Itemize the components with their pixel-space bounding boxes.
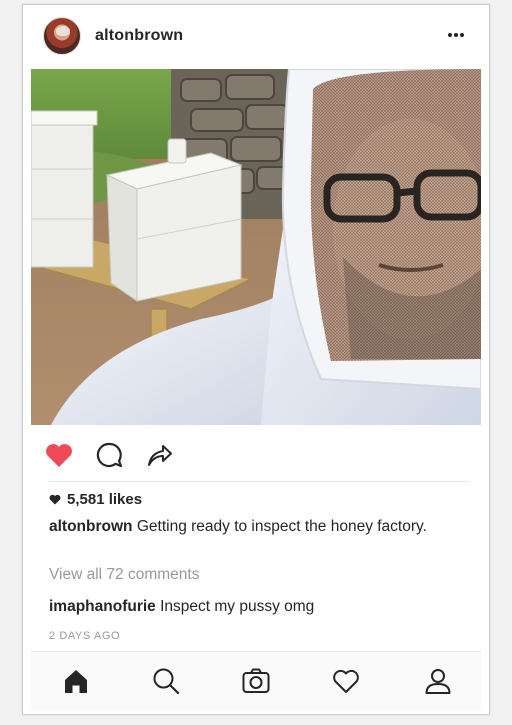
post-actions — [23, 437, 489, 477]
post-timestamp: 2 DAYS AGO — [49, 630, 121, 642]
small-heart-icon — [49, 494, 61, 505]
comment-author[interactable]: imaphanofurie — [49, 598, 156, 615]
post-photo[interactable] — [31, 69, 481, 425]
activity-heart-icon[interactable] — [331, 666, 361, 696]
view-all-comments-link[interactable]: View all 72 comments — [49, 566, 199, 584]
likes-text: 5,581 likes — [67, 491, 143, 508]
search-icon[interactable] — [151, 666, 181, 696]
comment-text: Inspect my pussy omg — [160, 598, 315, 615]
divider — [49, 481, 469, 482]
comment-item: imaphanofurie Inspect my pussy omg — [49, 598, 314, 616]
more-options-icon[interactable] — [447, 31, 465, 39]
caption-author[interactable]: altonbrown — [49, 518, 133, 535]
heart-icon[interactable] — [43, 439, 75, 471]
likes-count[interactable]: 5,581 likes — [49, 491, 142, 508]
post-caption: altonbrown Getting ready to inspect the … — [49, 517, 449, 537]
home-icon[interactable] — [61, 666, 91, 696]
avatar[interactable] — [43, 17, 81, 55]
camera-icon[interactable] — [241, 666, 271, 696]
bottom-nav — [31, 651, 481, 711]
instagram-post-frame: altonbrown 5,581 likes altonbrown Gettin… — [22, 4, 490, 715]
comment-icon[interactable] — [93, 439, 125, 471]
share-icon[interactable] — [143, 439, 175, 471]
post-header: altonbrown — [23, 5, 489, 69]
post-username[interactable]: altonbrown — [95, 27, 183, 45]
caption-text: Getting ready to inspect the honey facto… — [136, 518, 427, 535]
profile-icon[interactable] — [423, 666, 453, 696]
